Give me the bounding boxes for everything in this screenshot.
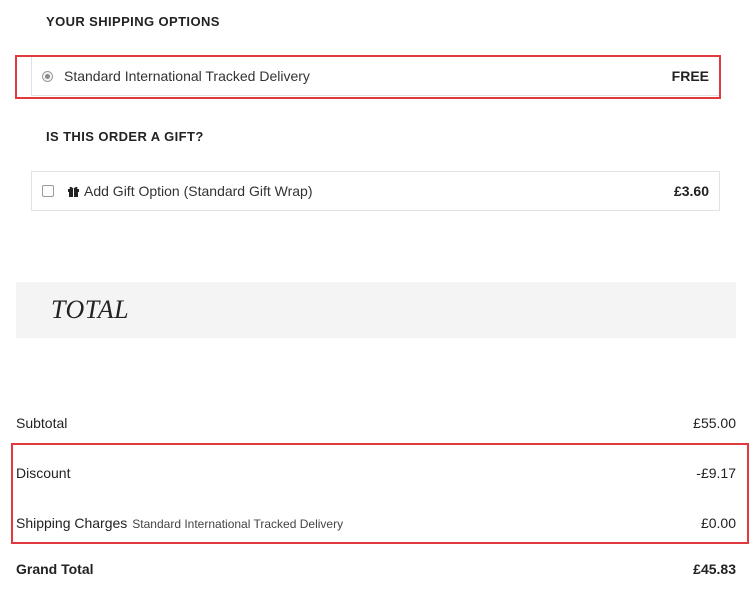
- subtotal-label: Subtotal: [16, 415, 68, 431]
- gift-option[interactable]: Add Gift Option (Standard Gift Wrap) £3.…: [31, 171, 720, 211]
- total-title: TOTAL: [51, 295, 130, 324]
- gift-checkbox[interactable]: [42, 185, 54, 197]
- gift-heading: IS THIS ORDER A GIFT?: [46, 129, 204, 144]
- shipping-charges-note: Standard International Tracked Delivery: [132, 517, 344, 531]
- gift-icon: [68, 186, 79, 197]
- shipping-radio[interactable]: [42, 70, 53, 82]
- discount-label: Discount: [16, 465, 71, 481]
- grand-total-row: Grand Total £45.83: [16, 561, 736, 577]
- shipping-option-standard[interactable]: Standard International Tracked Delivery …: [31, 56, 720, 96]
- subtotal-value: £55.00: [693, 415, 736, 431]
- radio-selected-dot: [45, 73, 50, 79]
- grand-total-label: Grand Total: [16, 561, 94, 577]
- shipping-charges-row: Shipping Charges Standard International …: [16, 515, 736, 531]
- grand-total-value: £45.83: [693, 561, 736, 577]
- discount-value: -£9.17: [696, 465, 736, 481]
- total-banner: TOTAL: [16, 282, 736, 338]
- subtotal-row: Subtotal £55.00: [16, 415, 736, 431]
- gift-option-label: Add Gift Option (Standard Gift Wrap): [84, 183, 313, 199]
- shipping-charges-label: Shipping Charges: [16, 515, 128, 531]
- shipping-charges-value: £0.00: [700, 515, 736, 531]
- discount-row: Discount -£9.17: [16, 465, 736, 481]
- gift-option-price: £3.60: [673, 183, 709, 199]
- shipping-options-heading: YOUR SHIPPING OPTIONS: [46, 14, 220, 29]
- shipping-option-label: Standard International Tracked Delivery: [64, 68, 310, 84]
- shipping-option-price: FREE: [671, 68, 709, 84]
